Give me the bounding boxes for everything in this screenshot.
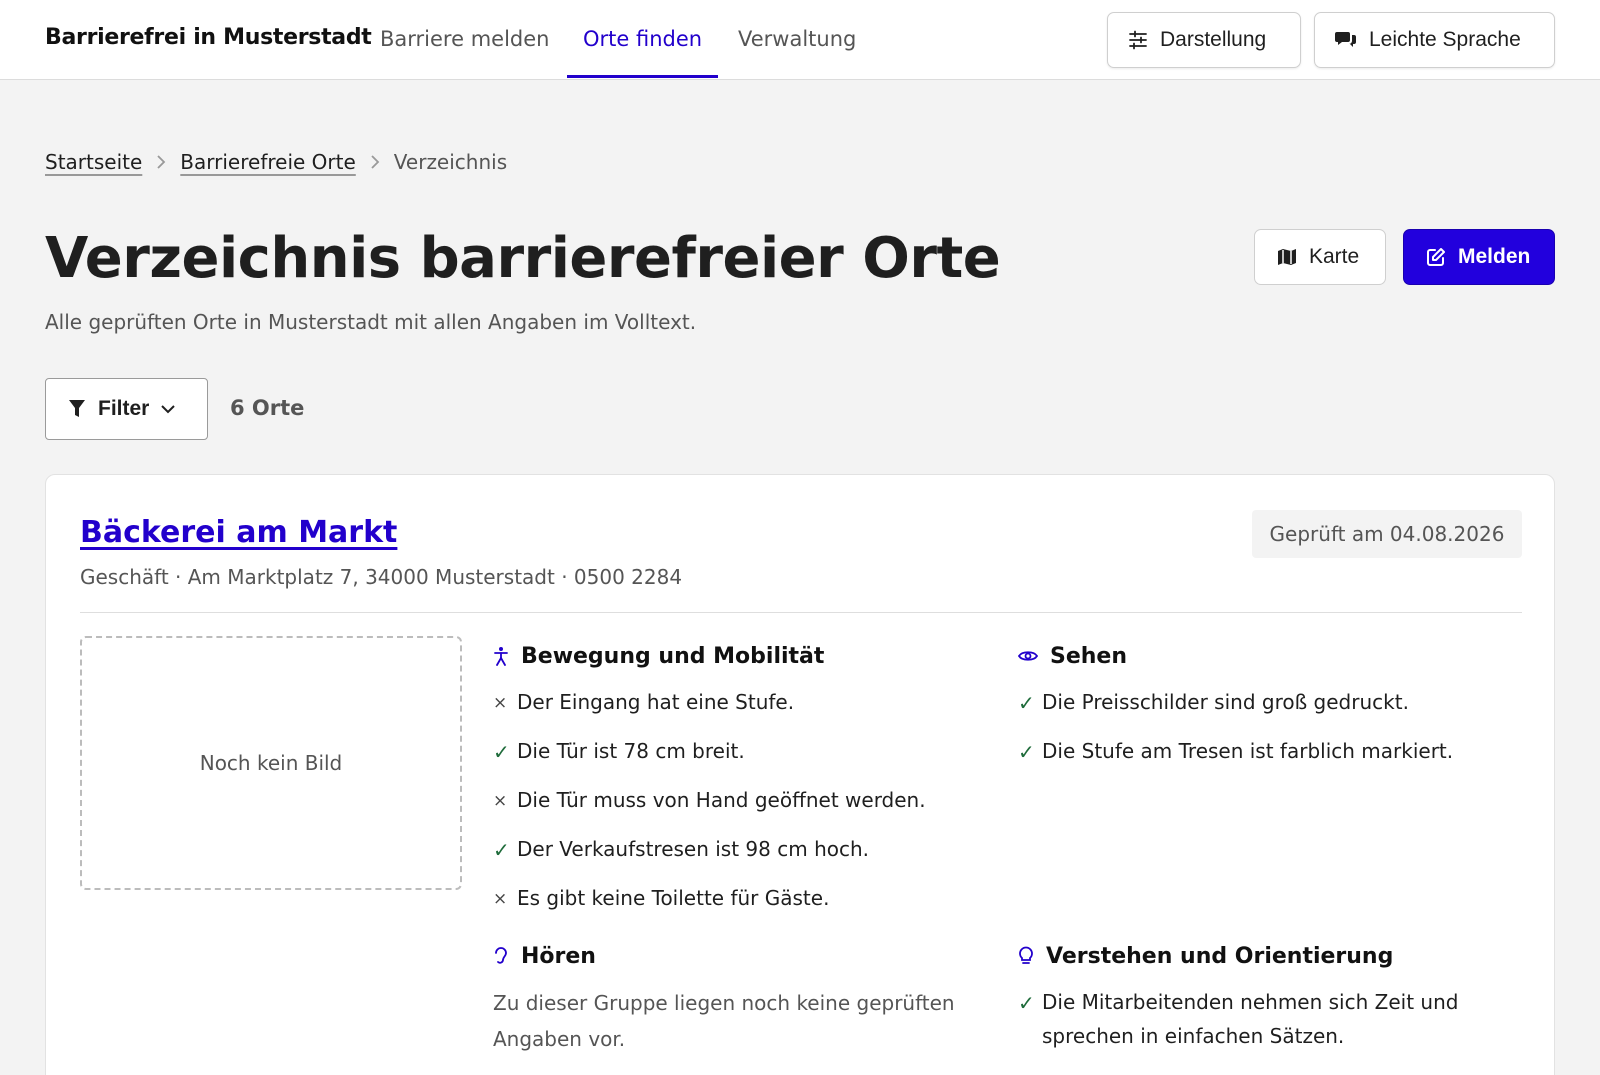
sliders-icon — [1129, 30, 1147, 50]
list-item: ✓ Der Verkaufstresen ist 98 cm hoch. — [493, 832, 926, 867]
cross-icon: × — [493, 693, 508, 713]
nav-orte-finden[interactable]: Orte finden — [583, 27, 702, 51]
group-understanding: Verstehen und Orientierung ✓ Die Mitarbei… — [1018, 941, 1488, 1067]
map-icon — [1278, 249, 1296, 265]
list-item: × Die Tür muss von Hand geöffnet werden. — [493, 783, 926, 818]
report-button[interactable]: Melden — [1403, 229, 1555, 285]
group-vision-title: Sehen — [1050, 643, 1128, 669]
check-icon: ✓ — [493, 740, 510, 764]
chevron-down-icon — [161, 405, 176, 414]
easy-language-button[interactable]: Leichte Sprache — [1314, 12, 1555, 68]
list-item: ✓ Die Preisschilder sind groß gedruckt. — [1018, 685, 1453, 720]
site-brand[interactable]: Barrierefrei in Musterstadt — [45, 25, 372, 50]
list-item: ✓ Die Tür ist 78 cm breit. — [493, 734, 926, 769]
result-count: 6 Orte — [230, 396, 305, 420]
chevron-right-icon — [370, 155, 380, 169]
cross-icon: × — [493, 791, 508, 811]
check-icon: ✓ — [1018, 691, 1035, 715]
checked-date-badge: Geprüft am 04.08.2026 — [1252, 510, 1522, 558]
breadcrumb: Startseite Barrierefreie Orte Verzeichni… — [45, 150, 507, 174]
easy-language-label: Leichte Sprache — [1369, 28, 1521, 51]
list-item: ✓ Die Mitarbeitenden nehmen sich Zeit und… — [1018, 985, 1488, 1053]
chevron-right-icon — [156, 155, 166, 169]
image-placeholder-text: Noch kein Bild — [199, 751, 343, 775]
group-mobility: Bewegung und Mobilität × Der Eingang hat … — [493, 641, 926, 930]
breadcrumb-startseite[interactable]: Startseite — [45, 150, 142, 174]
display-settings-button[interactable]: Darstellung — [1107, 12, 1301, 68]
image-placeholder: Noch kein Bild — [80, 636, 462, 890]
eye-icon — [1018, 651, 1038, 661]
list-item: ✓ Die Stufe am Tresen ist farblich markie… — [1018, 734, 1453, 769]
filter-label: Filter — [98, 397, 150, 420]
card-divider — [80, 612, 1522, 613]
group-hearing: Hören Zu dieser Gruppe liegen noch keine… — [493, 941, 983, 1057]
check-icon: ✓ — [493, 838, 510, 862]
filter-button[interactable]: Filter — [45, 378, 208, 440]
person-icon — [494, 647, 508, 666]
check-icon: ✓ — [1018, 740, 1035, 764]
nav-verwaltung[interactable]: Verwaltung — [738, 27, 856, 51]
nav-barriere-melden[interactable]: Barriere melden — [380, 27, 549, 51]
report-button-label: Melden — [1458, 245, 1531, 268]
page-title: Verzeichnis barrierefreier Orte — [45, 226, 1001, 291]
page-subtitle: Alle geprüften Orte in Musterstadt mit a… — [45, 310, 697, 334]
place-meta: Geschäft · Am Marktplatz 7, 34000 Muster… — [80, 565, 683, 589]
nav-active-indicator — [567, 75, 718, 78]
edit-icon — [1427, 248, 1445, 266]
group-understanding-title: Verstehen und Orientierung — [1046, 943, 1394, 969]
lightbulb-icon — [1019, 946, 1033, 964]
ear-icon — [495, 947, 507, 964]
list-item: × Es gibt keine Toilette für Gäste. — [493, 881, 926, 916]
breadcrumb-current: Verzeichnis — [393, 150, 508, 174]
group-mobility-title: Bewegung und Mobilität — [521, 643, 825, 669]
display-settings-label: Darstellung — [1160, 28, 1267, 51]
map-button[interactable]: Karte — [1254, 229, 1386, 285]
check-icon: ✓ — [1018, 991, 1035, 1015]
cross-icon: × — [493, 889, 508, 909]
breadcrumb-barrierefreie-orte[interactable]: Barrierefreie Orte — [180, 150, 355, 174]
funnel-icon — [69, 400, 85, 417]
group-hearing-empty: Zu dieser Gruppe liegen noch keine geprü… — [493, 991, 955, 1051]
place-card: Bäckerei am Markt Geschäft · Am Marktpla… — [45, 474, 1555, 1075]
group-hearing-title: Hören — [521, 943, 596, 969]
list-item: × Der Eingang hat eine Stufe. — [493, 685, 926, 720]
top-bar: Barrierefrei in Musterstadt Barriere mel… — [0, 0, 1600, 80]
map-button-label: Karte — [1309, 245, 1360, 268]
speech-bubbles-icon — [1335, 32, 1356, 47]
place-title-link[interactable]: Bäckerei am Markt — [80, 515, 397, 550]
group-vision: Sehen ✓ Die Preisschilder sind groß gedru… — [1018, 641, 1453, 783]
